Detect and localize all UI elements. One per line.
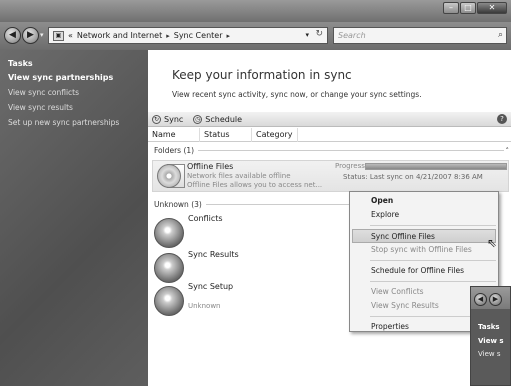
- sync-button[interactable]: ↻ Sync: [152, 114, 184, 124]
- back-button[interactable]: ◀: [4, 27, 21, 44]
- breadcrumb-network-and-internet[interactable]: Network and Internet: [77, 31, 162, 40]
- menu-item-stop-sync[interactable]: Stop sync with Offline Files: [350, 243, 498, 257]
- menu-item-open[interactable]: Open: [350, 194, 498, 208]
- tasks-title: Tasks: [8, 59, 33, 68]
- sync-results-title: Sync Results: [188, 250, 239, 259]
- group-folders-label: Folders (1): [154, 146, 195, 155]
- menu-separator: [370, 260, 496, 261]
- breadcrumb-sync-center[interactable]: Sync Center: [174, 31, 223, 40]
- column-headers: Name Status Category: [148, 127, 511, 142]
- title-bar: – □ ✕: [0, 0, 511, 22]
- sync-disc-icon: [157, 164, 181, 188]
- menu-separator: [370, 281, 496, 282]
- column-header-name[interactable]: Name: [148, 127, 200, 142]
- second-back-button[interactable]: ◀: [474, 293, 487, 306]
- menu-item-sync-offline-files[interactable]: Sync Offline Files: [352, 229, 496, 243]
- window-controls: – □ ✕: [443, 2, 507, 14]
- group-unknown-label: Unknown (3): [154, 200, 202, 209]
- sidebar-item-view-sync-conflicts[interactable]: View sync conflicts: [8, 88, 140, 97]
- column-header-status[interactable]: Status: [200, 127, 252, 142]
- sync-setup-icon: [154, 286, 184, 316]
- conflicts-title: Conflicts: [188, 214, 223, 223]
- sidebar-item-view-sync-results[interactable]: View sync results: [8, 103, 140, 112]
- schedule-label: Schedule: [205, 114, 243, 124]
- list-item-offline-files[interactable]: Offline Files Network files available of…: [152, 160, 509, 192]
- breadcrumb[interactable]: ▣ « Network and Internet ▸ Sync Center ▸…: [48, 27, 328, 44]
- refresh-icon[interactable]: ↻: [315, 29, 323, 39]
- second-sidebar-item[interactable]: View s: [471, 350, 510, 358]
- progress-label: Progress:: [335, 162, 368, 170]
- sync-setup-status: Unknown: [188, 302, 221, 310]
- clock-icon: ◷: [193, 114, 203, 124]
- sync-label: Sync: [164, 114, 184, 124]
- collapse-chevron-icon[interactable]: ˄: [506, 147, 510, 155]
- sidebar-item-set-up-new-sync-partnerships[interactable]: Set up new sync partnerships: [8, 118, 140, 127]
- menu-separator: [370, 225, 496, 226]
- offline-files-desc-2: Offline Files allows you to access net..…: [187, 181, 323, 189]
- sync-icon: ↻: [152, 114, 161, 124]
- search-placeholder: Search: [338, 31, 366, 40]
- group-unknown[interactable]: Unknown (3): [154, 200, 354, 209]
- menu-item-schedule[interactable]: Schedule for Offline Files: [350, 264, 498, 278]
- conflicts-icon: [154, 218, 184, 248]
- breadcrumb-separator-icon[interactable]: ▸: [226, 32, 230, 40]
- sidebar-item-view-sync-partnerships[interactable]: View sync partnerships: [8, 73, 140, 82]
- page-subtitle: View recent sync activity, sync now, or …: [172, 90, 422, 99]
- second-window[interactable]: ◀ ▶ Tasks View s View s: [470, 286, 511, 386]
- offline-files-title: Offline Files: [187, 162, 234, 171]
- page-title: Keep your information in sync: [172, 68, 352, 82]
- group-folders[interactable]: Folders (1) ˄: [154, 146, 509, 155]
- forward-button[interactable]: ▶: [22, 27, 39, 44]
- sync-progress-bar: [365, 163, 507, 170]
- help-icon[interactable]: ?: [497, 114, 507, 124]
- minimize-button[interactable]: –: [443, 2, 459, 14]
- second-sidebar-item[interactable]: View s: [471, 337, 510, 345]
- second-tasks-title: Tasks: [478, 323, 500, 331]
- toolbar: ↻ Sync ◷ Schedule ?: [148, 112, 511, 127]
- sync-setup-title: Sync Setup: [188, 282, 234, 291]
- offline-files-desc-1: Network files available offline: [187, 172, 291, 180]
- column-header-category[interactable]: Category: [252, 127, 298, 142]
- group-divider: [205, 204, 354, 205]
- search-icon[interactable]: ⌕: [498, 28, 503, 43]
- progress-fill: [366, 164, 506, 169]
- second-window-address-bar: ◀ ▶: [471, 287, 510, 309]
- breadcrumb-overflow[interactable]: «: [68, 31, 73, 40]
- schedule-button[interactable]: ◷ Schedule: [193, 114, 243, 124]
- menu-item-explore[interactable]: Explore: [350, 208, 498, 222]
- group-divider: [198, 150, 504, 151]
- sync-status: Status: Last sync on 4/21/2007 8:36 AM: [343, 173, 483, 181]
- tasks-pane: Tasks View sync partnerships View sync c…: [0, 50, 148, 386]
- search-input[interactable]: Search ⌕: [333, 27, 507, 44]
- address-bar: ◀ ▶ ▾ ▣ « Network and Internet ▸ Sync Ce…: [0, 22, 511, 50]
- sync-results-icon: [154, 253, 184, 283]
- address-dropdown-icon[interactable]: ▾: [305, 31, 309, 39]
- second-forward-button[interactable]: ▶: [489, 293, 502, 306]
- mouse-pointer-icon: ⇖: [487, 236, 498, 250]
- breadcrumb-separator-icon[interactable]: ▸: [166, 32, 170, 40]
- maximize-button[interactable]: □: [460, 2, 476, 14]
- close-button[interactable]: ✕: [477, 2, 507, 14]
- control-panel-icon: ▣: [53, 30, 64, 41]
- recent-pages-chevron-icon[interactable]: ▾: [40, 31, 44, 39]
